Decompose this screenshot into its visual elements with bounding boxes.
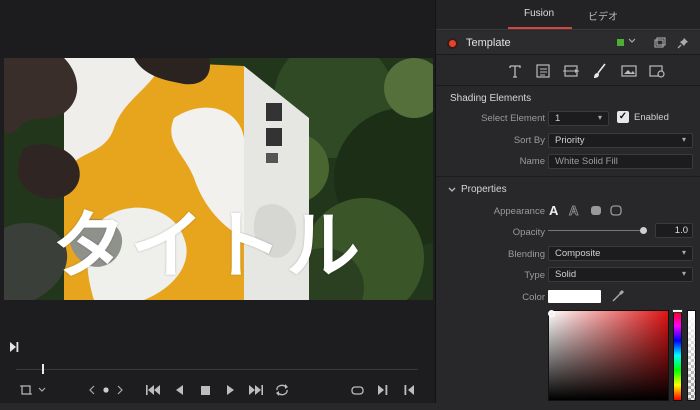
color-picker-field[interactable] bbox=[548, 310, 669, 401]
window-icon[interactable] bbox=[654, 37, 666, 49]
playhead[interactable] bbox=[42, 364, 44, 374]
color-picker-cursor[interactable] bbox=[548, 310, 555, 317]
type-dropdown[interactable]: Solid ▾ bbox=[548, 267, 693, 282]
title-text-overlay[interactable]: タイトル bbox=[52, 186, 364, 293]
appearance-outline-icon[interactable]: A bbox=[568, 203, 582, 219]
sort-by-label: Sort By bbox=[513, 135, 545, 146]
alpha-slider[interactable] bbox=[687, 310, 696, 401]
chevron-down-icon: ▾ bbox=[681, 269, 686, 278]
svg-text:A: A bbox=[569, 203, 579, 217]
viewer-image[interactable]: タイトル bbox=[4, 58, 433, 300]
type-value: Solid bbox=[555, 269, 577, 280]
sort-by-value: Priority bbox=[555, 135, 585, 146]
image-icon[interactable] bbox=[621, 63, 637, 79]
appearance-border-icon[interactable] bbox=[609, 203, 623, 217]
inspector-panel: Fusion ビデオ Template Shading Elements Sel… bbox=[435, 0, 700, 403]
select-element-field[interactable]: 1 ▾ bbox=[548, 111, 609, 126]
tab-fusion[interactable]: Fusion bbox=[524, 8, 554, 19]
repeat-icon[interactable] bbox=[349, 382, 365, 398]
inspector-mode-bar bbox=[436, 56, 700, 140]
timeline-scrubber[interactable] bbox=[16, 369, 418, 370]
appearance-text-fill-icon[interactable]: A bbox=[548, 203, 562, 218]
name-label: Name bbox=[519, 156, 545, 167]
node-header: Template bbox=[436, 31, 700, 55]
opacity-value-field[interactable]: 1.0 bbox=[655, 223, 693, 238]
transport-controls bbox=[0, 378, 434, 402]
hue-slider[interactable] bbox=[673, 310, 682, 401]
blending-label: Blending bbox=[508, 249, 545, 260]
opacity-slider-thumb[interactable] bbox=[640, 227, 647, 234]
chevron-down-icon: ▾ bbox=[681, 135, 686, 144]
color-swatch[interactable] bbox=[548, 290, 601, 303]
color-label: Color bbox=[522, 292, 545, 303]
active-tab-indicator bbox=[508, 27, 572, 29]
frame-step-icon[interactable] bbox=[9, 342, 19, 352]
settings-icon[interactable] bbox=[649, 63, 665, 79]
jog-control[interactable] bbox=[88, 382, 124, 398]
node-name: Template bbox=[466, 37, 511, 49]
appearance-label: Appearance bbox=[493, 206, 545, 217]
type-label: Type bbox=[524, 270, 545, 281]
play-icon[interactable] bbox=[223, 382, 237, 398]
chevron-down-icon[interactable] bbox=[37, 382, 47, 398]
blending-value: Composite bbox=[555, 248, 601, 259]
viewer-panel: タイトル bbox=[0, 0, 434, 410]
text-icon[interactable] bbox=[507, 63, 523, 79]
hue-slider-thumb[interactable] bbox=[672, 309, 683, 313]
shading-elements-header: Shading Elements bbox=[450, 93, 532, 104]
shading-icon[interactable] bbox=[592, 63, 608, 79]
stop-icon[interactable] bbox=[198, 382, 212, 398]
name-value: White Solid Fill bbox=[555, 156, 618, 167]
node-toggle-dot[interactable] bbox=[447, 38, 458, 49]
skip-to-end-icon[interactable] bbox=[248, 382, 264, 398]
inspector-tab-bar: Fusion ビデオ bbox=[436, 0, 700, 30]
properties-collapse-icon[interactable] bbox=[448, 185, 456, 196]
sort-by-dropdown[interactable]: Priority ▾ bbox=[548, 133, 693, 148]
tab-video[interactable]: ビデオ bbox=[588, 8, 618, 23]
next-frame-icon[interactable] bbox=[376, 382, 390, 398]
play-reverse-icon[interactable] bbox=[172, 382, 186, 398]
enabled-label: Enabled bbox=[634, 112, 669, 123]
crop-icon[interactable] bbox=[18, 382, 34, 398]
name-field[interactable]: White Solid Fill bbox=[548, 154, 693, 169]
blending-dropdown[interactable]: Composite ▾ bbox=[548, 246, 693, 261]
enabled-checkbox[interactable]: ✓ bbox=[617, 111, 629, 123]
prev-frame-icon[interactable] bbox=[402, 382, 416, 398]
chevron-down-icon: ▾ bbox=[681, 248, 686, 257]
status-strip bbox=[0, 403, 700, 410]
skip-to-start-icon[interactable] bbox=[145, 382, 161, 398]
appearance-block-icon[interactable] bbox=[589, 203, 603, 217]
node-color-tag[interactable] bbox=[617, 39, 624, 46]
opacity-label: Opacity bbox=[512, 227, 545, 238]
loop-icon[interactable] bbox=[274, 382, 290, 398]
chevron-down-icon[interactable] bbox=[628, 36, 636, 46]
transform-icon[interactable] bbox=[563, 63, 579, 79]
properties-header: Properties bbox=[461, 184, 507, 195]
opacity-slider[interactable] bbox=[548, 230, 646, 231]
viewer-top-bar bbox=[0, 0, 434, 58]
select-element-label: Select Element bbox=[481, 113, 545, 124]
chevron-down-icon: ▾ bbox=[597, 113, 602, 122]
section-divider bbox=[436, 176, 700, 177]
eyedropper-icon[interactable] bbox=[611, 289, 625, 303]
select-element-value: 1 bbox=[555, 113, 561, 124]
svg-text:A: A bbox=[549, 203, 559, 217]
pin-icon[interactable] bbox=[677, 37, 689, 49]
layout-icon[interactable] bbox=[535, 63, 551, 79]
